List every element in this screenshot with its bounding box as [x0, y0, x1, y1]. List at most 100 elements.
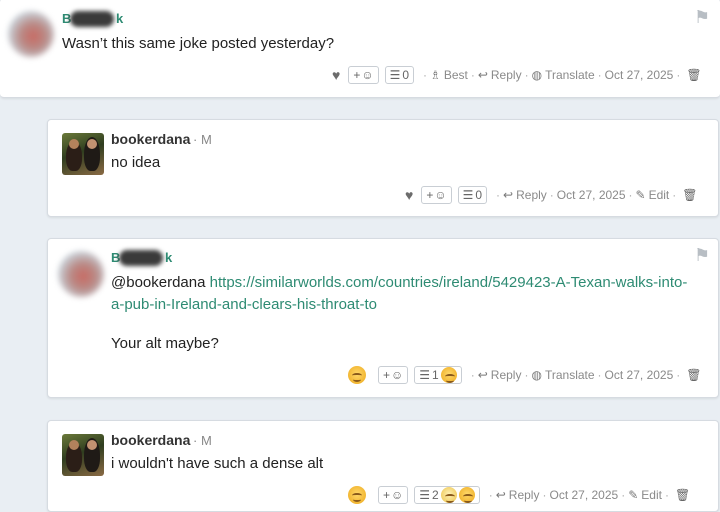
- edit-button[interactable]: ✎ Edit: [628, 488, 662, 502]
- comment-actions: + ☺ ☰ 2 · ↩ Reply · Oct 27, 2025 · ✎ Edit · …: [348, 485, 690, 505]
- add-reaction-button[interactable]: + ☺: [378, 366, 409, 384]
- flag-icon[interactable]: ⚑: [694, 245, 710, 266]
- avatar[interactable]: [8, 11, 54, 57]
- reply-icon: ↩: [503, 188, 514, 202]
- mention-link[interactable]: @bookerdana: [111, 274, 205, 291]
- laughing-emoji-icon: [458, 487, 475, 503]
- separator: ·: [676, 368, 681, 382]
- reply-button[interactable]: ↩ Reply: [478, 368, 522, 382]
- separator: ·: [524, 368, 529, 382]
- badge-label: M: [200, 132, 212, 147]
- heart-icon[interactable]: ♥: [332, 67, 340, 83]
- membership-badge: · M: [193, 132, 212, 147]
- comment-date[interactable]: Oct 27, 2025: [605, 68, 674, 82]
- award-icon: ♗: [430, 68, 441, 82]
- add-reaction-button[interactable]: + ☺: [348, 66, 379, 84]
- edit-button[interactable]: ✎ Edit: [636, 188, 670, 202]
- trash-icon[interactable]: 🗑: [686, 368, 701, 382]
- smiley-icon: ☺: [391, 488, 404, 502]
- comment-card-3: B k ⚑ @bookerdana https://similarworlds.…: [47, 238, 719, 398]
- url-link[interactable]: https://similarworlds.com/countries/irel…: [210, 274, 688, 291]
- flag-icon[interactable]: ⚑: [694, 7, 710, 28]
- badge-separator: ·: [193, 132, 198, 147]
- pencil-icon: ✎: [635, 188, 646, 202]
- username-link[interactable]: bookerdana: [111, 131, 190, 147]
- reply-icon: ↩: [477, 368, 488, 382]
- separator: ·: [488, 488, 493, 502]
- username-link[interactable]: B k: [62, 11, 124, 27]
- separator: ·: [470, 68, 475, 82]
- username-final: k: [116, 11, 124, 26]
- reply-button[interactable]: ↩ Reply: [496, 488, 540, 502]
- comment-date[interactable]: Oct 27, 2025: [605, 368, 674, 382]
- reaction-list-button[interactable]: ☰ 2: [414, 486, 480, 504]
- avatar[interactable]: [62, 133, 104, 175]
- separator: ·: [496, 188, 501, 202]
- separator: ·: [549, 188, 554, 202]
- avatar-figure: [66, 440, 82, 472]
- separator: ·: [628, 188, 633, 202]
- separator: ·: [621, 488, 626, 502]
- username-link[interactable]: B k: [111, 250, 173, 266]
- laughing-emoji-icon[interactable]: [348, 486, 366, 504]
- avatar-figure: [66, 139, 82, 171]
- translate-label: Translate: [544, 368, 595, 382]
- comment-actions: ♥ + ☺ ☰ 0 · ↩ Reply · Oct 27, 2025 · ✎ Edit …: [405, 185, 698, 205]
- username-link[interactable]: bookerdana: [111, 432, 190, 448]
- separator: ·: [423, 68, 428, 82]
- reaction-list-button[interactable]: ☰ 0: [384, 66, 415, 84]
- reply-button[interactable]: ↩ Reply: [503, 188, 547, 202]
- smiley-icon: ☺: [434, 188, 447, 202]
- trash-icon[interactable]: 🗑: [675, 488, 690, 502]
- comment-card-4: bookerdana · M i wouldn't have such a de…: [47, 420, 719, 512]
- translate-button[interactable]: ◍ Translate: [532, 68, 595, 82]
- reply-label: Reply: [490, 68, 522, 82]
- reaction-list-button[interactable]: ☰ 0: [457, 186, 488, 204]
- separator: ·: [597, 68, 602, 82]
- smiley-icon: ☺: [361, 68, 374, 82]
- reply-label: Reply: [516, 188, 547, 202]
- separator: ·: [664, 488, 669, 502]
- add-reaction-button[interactable]: + ☺: [378, 486, 409, 504]
- reply-icon: ↩: [495, 488, 506, 502]
- separator: ·: [672, 188, 677, 202]
- comment-actions: ♥ + ☺ ☰ 0 · ♗ Best · ↩ Reply · ◍ Translate · …: [332, 65, 702, 85]
- add-reaction-label: +: [383, 488, 391, 502]
- reaction-count: 2: [432, 488, 439, 502]
- comment-date[interactable]: Oct 27, 2025: [549, 488, 618, 502]
- avatar[interactable]: [62, 434, 104, 476]
- reply-icon: ↩: [477, 68, 488, 82]
- trash-icon[interactable]: 🗑: [682, 188, 697, 202]
- add-reaction-button[interactable]: + ☺: [421, 186, 452, 204]
- comment-actions: + ☺ ☰ 1 · ↩ Reply · ◍ Translate · Oct 27, 20…: [348, 365, 702, 385]
- avatar[interactable]: [58, 251, 104, 297]
- heart-icon[interactable]: ♥: [405, 187, 413, 203]
- separator: ·: [676, 68, 681, 82]
- comment-date[interactable]: Oct 27, 2025: [557, 188, 626, 202]
- separator: ·: [542, 488, 547, 502]
- reaction-count: 0: [402, 68, 410, 82]
- reaction-list-button[interactable]: ☰ 1: [414, 366, 462, 384]
- laughing-emoji-icon[interactable]: [348, 366, 366, 384]
- reply-label: Reply: [508, 488, 540, 502]
- translate-button[interactable]: ◍ Translate: [531, 368, 594, 382]
- list-icon: ☰: [419, 488, 431, 502]
- list-icon: ☰: [419, 368, 431, 382]
- badge-separator: ·: [193, 433, 198, 448]
- avatar-figure: [84, 438, 100, 472]
- reply-label: Reply: [490, 368, 522, 382]
- list-icon: ☰: [389, 68, 401, 82]
- url-link-continued[interactable]: a-pub-in-Ireland-and-clears-his-throat-t…: [111, 296, 377, 313]
- best-button[interactable]: ♗ Best: [430, 68, 468, 82]
- thinking-emoji-icon: [440, 487, 457, 503]
- username-redaction: [70, 11, 114, 27]
- reply-button[interactable]: ↩ Reply: [478, 68, 522, 82]
- pencil-icon: ✎: [628, 488, 639, 502]
- badge-label: M: [200, 433, 212, 448]
- add-reaction-label: +: [383, 368, 391, 382]
- comment-text: @bookerdana https://similarworlds.com/co…: [111, 272, 711, 316]
- comment-text-2: Your alt maybe?: [111, 335, 219, 352]
- edit-label: Edit: [641, 488, 662, 502]
- reaction-count: 0: [475, 188, 483, 202]
- trash-icon[interactable]: 🗑: [686, 68, 701, 82]
